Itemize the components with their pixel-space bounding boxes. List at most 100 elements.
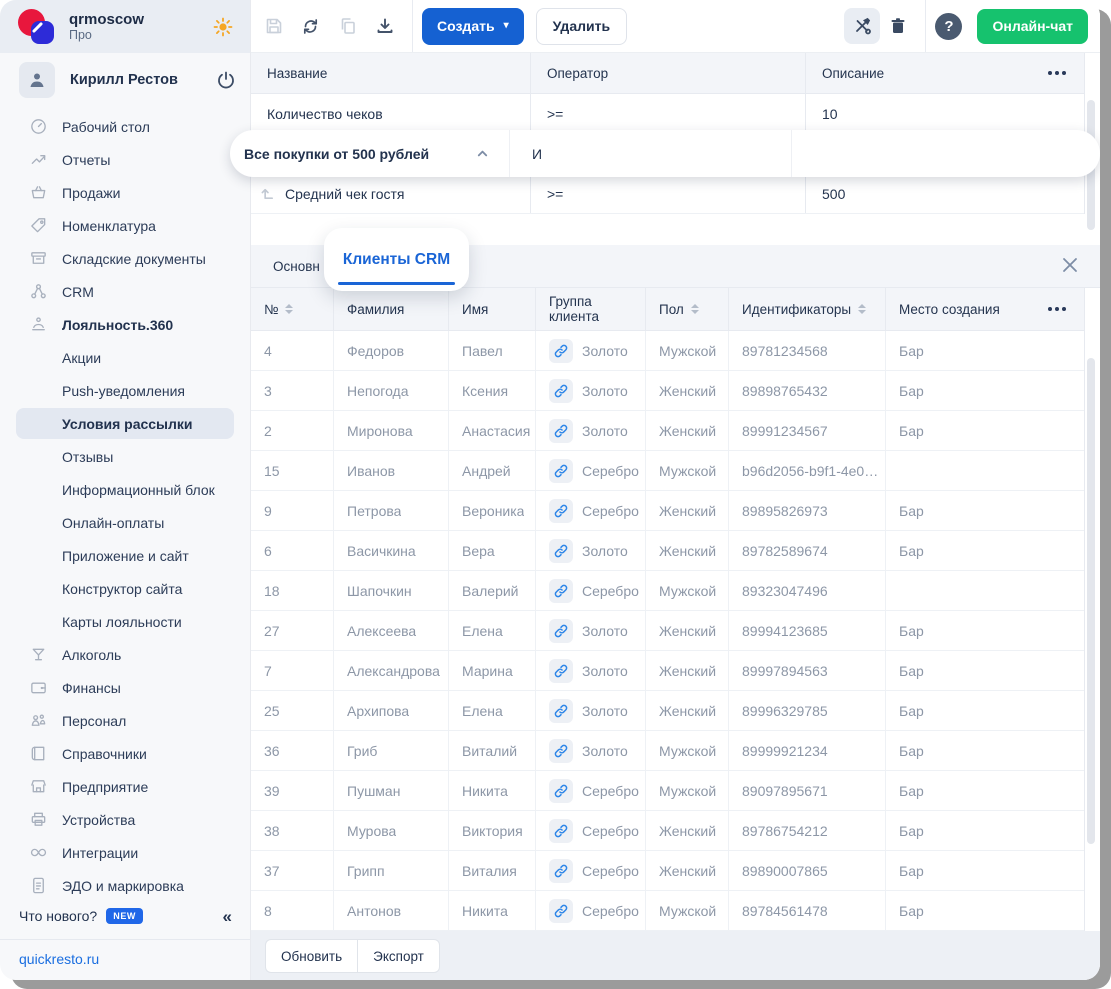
collapse-sidebar-icon[interactable]: « — [223, 908, 232, 925]
column-header-place[interactable]: Место создания — [886, 288, 1084, 330]
sidebar-item-9[interactable]: Условия рассылки — [16, 408, 234, 439]
cell-group: Золото — [536, 531, 646, 570]
table-row[interactable]: 15 Иванов Андрей Серебро Мужской b96d205… — [251, 451, 1084, 491]
chevron-up-icon[interactable] — [476, 147, 489, 160]
sidebar-item-7[interactable]: Акции — [0, 341, 250, 374]
export-button[interactable]: Экспорт — [357, 939, 440, 973]
theme-sun-icon[interactable] — [212, 16, 234, 38]
table-row[interactable]: 9 Петрова Вероника Серебро Женский 89895… — [251, 491, 1084, 531]
link-icon[interactable] — [549, 779, 573, 803]
download-button[interactable] — [366, 7, 403, 45]
table-row[interactable]: 8 Антонов Никита Серебро Мужской 8978456… — [251, 891, 1084, 931]
sidebar-item-6[interactable]: Лояльность.360 — [0, 308, 250, 341]
column-header-description[interactable]: Описание — [806, 53, 1084, 93]
user-avatar-icon[interactable] — [19, 62, 55, 98]
table-row[interactable]: 3 Непогода Ксения Золото Женский 8989876… — [251, 371, 1084, 411]
sidebar-item-2[interactable]: Продажи — [0, 176, 250, 209]
cell-lastname: Алексеева — [334, 611, 449, 650]
column-settings-icon[interactable] — [1048, 71, 1066, 75]
sort-icon[interactable] — [691, 304, 699, 314]
sidebar-item-21[interactable]: Устройства — [0, 803, 250, 836]
delete-button[interactable]: Удалить — [536, 8, 627, 45]
link-icon[interactable] — [549, 339, 573, 363]
table-row[interactable]: 37 Грипп Виталия Серебро Женский 8989000… — [251, 851, 1084, 891]
table-row[interactable]: 7 Александрова Марина Золото Женский 899… — [251, 651, 1084, 691]
copy-button[interactable] — [329, 7, 366, 45]
link-icon[interactable] — [549, 739, 573, 763]
brand-logo-icon[interactable] — [18, 8, 56, 46]
sidebar-item-20[interactable]: Предприятие — [0, 770, 250, 803]
link-icon[interactable] — [549, 699, 573, 723]
link-icon[interactable] — [549, 579, 573, 603]
save-button[interactable] — [255, 7, 292, 45]
create-button[interactable]: Создать▾ — [422, 8, 524, 45]
sidebar-item-15[interactable]: Карты лояльности — [0, 605, 250, 638]
table-row[interactable]: 18 Шапочкин Валерий Серебро Мужской 8932… — [251, 571, 1084, 611]
column-header-operator[interactable]: Оператор — [531, 53, 806, 93]
sidebar-item-12[interactable]: Онлайн-оплаты — [0, 506, 250, 539]
link-icon[interactable] — [549, 379, 573, 403]
trash-button[interactable] — [880, 8, 916, 44]
sort-icon[interactable] — [858, 304, 866, 314]
sidebar-item-8[interactable]: Push-уведомления — [0, 374, 250, 407]
sidebar-item-11[interactable]: Информационный блок — [0, 473, 250, 506]
sidebar-item-22[interactable]: Интеграции — [0, 836, 250, 869]
whats-new-row[interactable]: Что нового? NEW « — [0, 901, 250, 931]
close-icon[interactable] — [1060, 255, 1082, 277]
column-header-identifiers[interactable]: Идентификаторы — [729, 288, 886, 330]
sidebar-item-16[interactable]: Алкоголь — [0, 638, 250, 671]
sidebar-item-0[interactable]: Рабочий стол — [0, 110, 250, 143]
table-row[interactable]: 39 Пушман Никита Серебро Мужской 8909789… — [251, 771, 1084, 811]
tools-button[interactable] — [844, 8, 880, 44]
link-icon[interactable] — [549, 419, 573, 443]
table-row[interactable]: 36 Гриб Виталий Золото Мужской 899999212… — [251, 731, 1084, 771]
table-row[interactable]: 2 Миронова Анастасия Золото Женский 8999… — [251, 411, 1084, 451]
sidebar-item-10[interactable]: Отзывы — [0, 440, 250, 473]
link-icon[interactable] — [549, 619, 573, 643]
sidebar-item-4[interactable]: Складские документы — [0, 242, 250, 275]
table-row[interactable]: 4 Федоров Павел Золото Мужской 897812345… — [251, 331, 1084, 371]
sidebar-item-5[interactable]: CRM — [0, 275, 250, 308]
condition-row-avg-check[interactable]: Средний чек гостя >= 500 — [251, 174, 1084, 214]
link-icon[interactable] — [549, 499, 573, 523]
sort-icon[interactable] — [285, 304, 293, 314]
link-icon[interactable] — [549, 859, 573, 883]
sidebar-item-1[interactable]: Отчеты — [0, 143, 250, 176]
table-row[interactable]: 27 Алексеева Елена Золото Женский 899941… — [251, 611, 1084, 651]
table-footer: Обновить Экспорт — [251, 931, 1100, 980]
column-header-lastname[interactable]: Фамилия — [334, 288, 449, 330]
column-header-group[interactable]: Группа клиента — [536, 288, 646, 330]
refresh-button[interactable] — [292, 7, 329, 45]
sidebar-item-18[interactable]: Персонал — [0, 704, 250, 737]
refresh-table-button[interactable]: Обновить — [265, 939, 357, 973]
column-header-firstname[interactable]: Имя — [449, 288, 536, 330]
link-icon[interactable] — [549, 539, 573, 563]
sidebar-item-19[interactable]: Справочники — [0, 737, 250, 770]
sidebar-item-13[interactable]: Приложение и сайт — [0, 539, 250, 572]
online-chat-button[interactable]: Онлайн-чат — [977, 9, 1088, 44]
tab-main[interactable]: Основн — [273, 259, 320, 274]
sidebar-item-3[interactable]: Номенклатура — [0, 209, 250, 242]
quickresto-link[interactable]: quickresto.ru — [0, 939, 250, 980]
tab-clients-crm[interactable]: Клиенты CRM — [324, 228, 469, 291]
sidebar-item-17[interactable]: Финансы — [0, 671, 250, 704]
column-header-num[interactable]: № — [251, 288, 334, 330]
logout-power-icon[interactable] — [216, 70, 236, 90]
table-row[interactable]: 25 Архипова Елена Золото Женский 8999632… — [251, 691, 1084, 731]
clients-scrollbar[interactable] — [1087, 358, 1095, 844]
column-settings-icon[interactable] — [1048, 307, 1066, 311]
link-icon[interactable] — [549, 899, 573, 923]
link-icon[interactable] — [549, 659, 573, 683]
link-icon[interactable] — [549, 819, 573, 843]
table-row[interactable]: 38 Мурова Виктория Серебро Женский 89786… — [251, 811, 1084, 851]
link-icon[interactable] — [549, 459, 573, 483]
sidebar-item-23[interactable]: ЭДО и маркировка — [0, 869, 250, 901]
column-header-name[interactable]: Название — [251, 53, 531, 93]
condition-row-checks[interactable]: Количество чеков >= 10 — [251, 94, 1084, 134]
user-row[interactable]: Кирилл Рестов — [0, 53, 250, 103]
help-button[interactable]: ? — [935, 13, 962, 40]
condition-group-card[interactable]: Все покупки от 500 рублей И — [230, 130, 1100, 177]
column-header-gender[interactable]: Пол — [646, 288, 729, 330]
table-row[interactable]: 6 Васичкина Вера Золото Женский 89782589… — [251, 531, 1084, 571]
sidebar-item-14[interactable]: Конструктор сайта — [0, 572, 250, 605]
